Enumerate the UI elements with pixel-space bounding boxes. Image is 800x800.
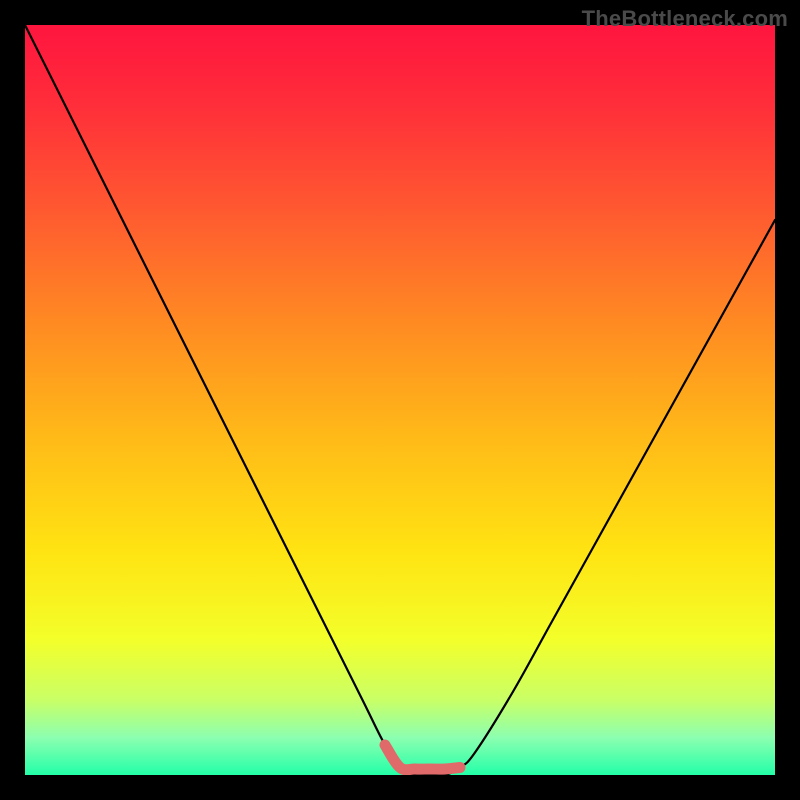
plot-area — [25, 25, 775, 775]
chart-stage: TheBottleneck.com — [0, 0, 800, 800]
highlight-zone — [385, 745, 460, 770]
watermark-text: TheBottleneck.com — [582, 6, 788, 32]
bottleneck-curve — [25, 25, 775, 775]
curve-layer — [25, 25, 775, 775]
